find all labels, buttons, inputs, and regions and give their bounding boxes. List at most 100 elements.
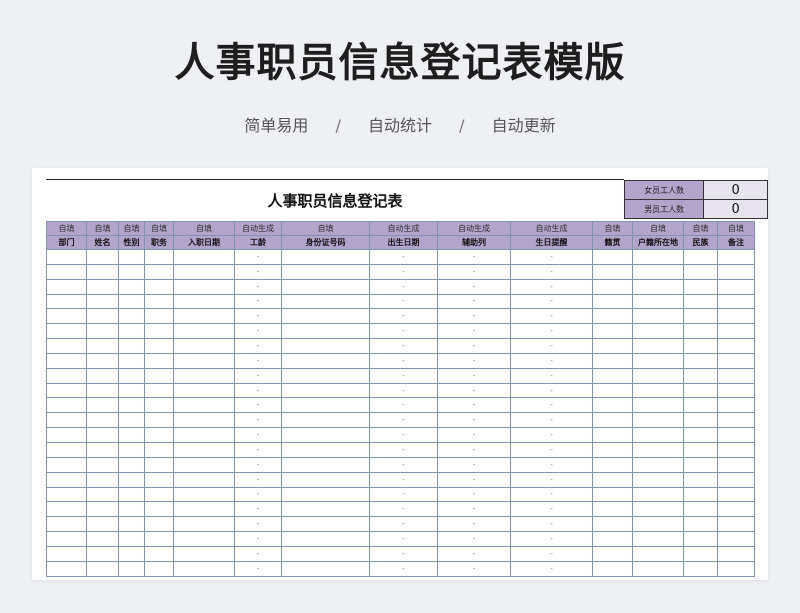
data-cell[interactable]: - [437,412,511,429]
header-cell[interactable]: 籍贯 [592,235,633,250]
data-cell[interactable]: - [510,278,593,295]
header-cell[interactable]: 生日提醒 [510,235,593,250]
data-cell[interactable]: - [437,323,511,340]
data-cell[interactable]: - [234,545,282,562]
data-cell[interactable] [118,545,145,562]
data-cell[interactable] [173,427,235,443]
data-cell[interactable] [717,352,755,369]
data-cell[interactable] [173,293,235,310]
data-cell[interactable] [717,545,755,562]
data-cell[interactable]: - [234,486,282,503]
data-cell[interactable]: - [510,308,593,325]
data-cell[interactable] [632,531,684,547]
data-cell[interactable] [717,367,755,384]
hint-cell[interactable]: 自填 [281,221,370,236]
data-cell[interactable] [46,367,87,384]
data-cell[interactable] [173,516,235,533]
data-cell[interactable] [592,397,633,414]
data-cell[interactable] [144,441,174,458]
data-cell[interactable] [118,367,145,384]
data-cell[interactable] [592,338,633,354]
data-cell[interactable] [592,501,633,518]
data-cell[interactable] [173,382,235,399]
data-cell[interactable] [717,278,755,295]
data-cell[interactable] [118,441,145,458]
data-cell[interactable]: - [369,545,438,562]
hint-cell[interactable]: 自填 [717,221,755,236]
data-cell[interactable] [173,367,235,384]
data-cell[interactable] [592,323,633,340]
data-cell[interactable] [632,412,684,429]
data-cell[interactable]: - [369,382,438,399]
data-cell[interactable]: - [437,338,511,354]
data-cell[interactable] [46,456,87,473]
data-cell[interactable] [281,323,370,340]
data-cell[interactable] [683,323,718,340]
data-cell[interactable] [717,516,755,533]
data-cell[interactable]: - [369,456,438,473]
data-cell[interactable]: - [369,338,438,354]
data-cell[interactable] [46,278,87,295]
data-cell[interactable]: - [234,560,282,577]
data-cell[interactable]: - [437,263,511,280]
data-cell[interactable] [281,531,370,547]
data-cell[interactable]: - [510,427,593,443]
data-cell[interactable] [281,367,370,384]
data-cell[interactable] [86,382,119,399]
data-cell[interactable] [592,486,633,503]
data-cell[interactable]: - [369,263,438,280]
data-cell[interactable]: - [437,486,511,503]
data-cell[interactable] [86,471,119,488]
data-cell[interactable]: - [234,382,282,399]
data-cell[interactable] [144,293,174,310]
data-cell[interactable] [173,338,235,354]
data-cell[interactable] [683,249,718,265]
data-cell[interactable] [281,441,370,458]
data-cell[interactable] [683,308,718,325]
data-cell[interactable] [281,263,370,280]
header-cell[interactable]: 辅助列 [437,235,511,250]
data-cell[interactable] [717,308,755,325]
data-cell[interactable] [144,545,174,562]
data-cell[interactable]: - [510,397,593,414]
data-cell[interactable] [632,367,684,384]
hint-cell[interactable]: 自动生成 [234,221,282,236]
data-cell[interactable]: - [510,456,593,473]
data-cell[interactable]: - [234,471,282,488]
data-cell[interactable]: - [437,427,511,443]
data-cell[interactable]: - [234,278,282,295]
data-cell[interactable] [173,397,235,414]
data-cell[interactable]: - [369,352,438,369]
data-cell[interactable] [592,545,633,562]
data-cell[interactable] [592,560,633,577]
data-cell[interactable] [118,278,145,295]
data-cell[interactable] [683,293,718,310]
data-cell[interactable] [118,352,145,369]
data-cell[interactable] [46,427,87,443]
data-cell[interactable] [46,471,87,488]
data-cell[interactable] [118,471,145,488]
data-cell[interactable] [592,263,633,280]
data-cell[interactable]: - [437,397,511,414]
data-cell[interactable] [86,486,119,503]
data-cell[interactable]: - [510,560,593,577]
data-cell[interactable] [86,441,119,458]
data-cell[interactable] [281,249,370,265]
header-cell[interactable]: 工龄 [234,235,282,250]
data-cell[interactable] [281,308,370,325]
data-cell[interactable]: - [437,501,511,518]
data-cell[interactable]: - [510,249,593,265]
data-cell[interactable] [592,382,633,399]
data-cell[interactable] [46,249,87,265]
data-cell[interactable] [281,427,370,443]
data-cell[interactable] [683,263,718,280]
data-cell[interactable] [144,382,174,399]
data-cell[interactable] [592,471,633,488]
data-cell[interactable]: - [437,352,511,369]
data-cell[interactable] [592,293,633,310]
data-cell[interactable] [46,531,87,547]
data-cell[interactable] [46,338,87,354]
data-cell[interactable] [592,308,633,325]
data-cell[interactable] [144,501,174,518]
data-cell[interactable] [86,323,119,340]
